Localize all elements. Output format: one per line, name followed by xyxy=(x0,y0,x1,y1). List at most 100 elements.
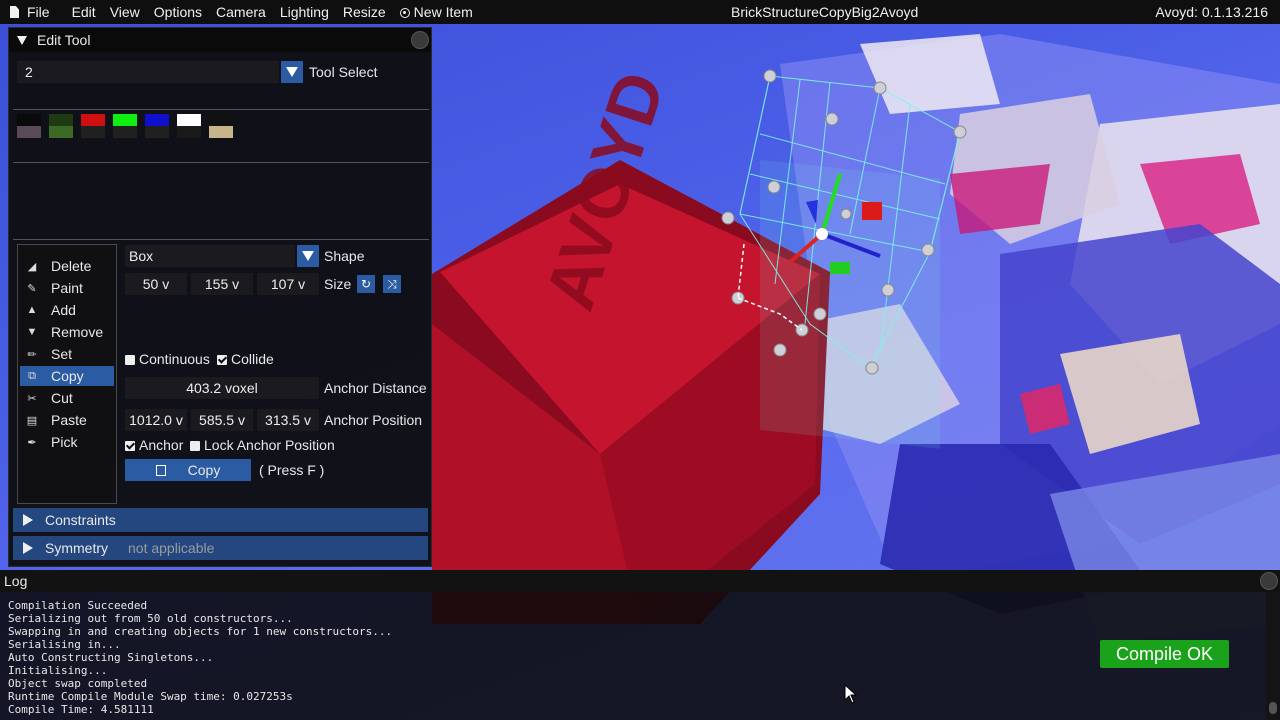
log-line: Serialising in... xyxy=(8,638,121,651)
tool-item-cut[interactable]: ✂ Cut xyxy=(20,388,114,408)
copy-button[interactable]: Copy xyxy=(125,459,251,481)
material-swatch[interactable] xyxy=(49,114,73,138)
symmetry-header[interactable]: Symmetry not applicable xyxy=(13,536,428,560)
size-label: Size xyxy=(324,276,352,292)
tool-list: ◢ Delete ✎ Paint ▲ Add ▼ Remove ✏ Set ⧉ Copy ✂ Cut ▤ Pa… xyxy=(17,244,117,504)
tool-item-label: Pick xyxy=(51,434,78,450)
material-swatch[interactable] xyxy=(113,114,137,138)
collide-checkbox[interactable] xyxy=(217,355,227,365)
tool-item-pick[interactable]: ✒ Pick xyxy=(20,432,114,452)
lock-anchor-checkbox[interactable] xyxy=(190,441,200,451)
copy-hint: ( Press F ) xyxy=(259,462,325,478)
tool-item-set[interactable]: ✏ Set xyxy=(20,344,114,364)
material-swatch[interactable] xyxy=(209,114,233,138)
menu-camera[interactable]: Camera xyxy=(209,0,273,24)
edit-tool-title: Edit Tool xyxy=(37,32,91,48)
menu-edit[interactable]: Edit xyxy=(65,0,103,24)
anchor-position-z-input[interactable]: 313.5 v xyxy=(257,409,319,431)
log-line: Compilation Succeeded xyxy=(8,599,148,612)
menu-view[interactable]: View xyxy=(103,0,147,24)
new-item-icon xyxy=(399,8,410,18)
menu-bar: File Edit View Options Camera Lighting R… xyxy=(0,0,1280,24)
tool-item-copy[interactable]: ⧉ Copy xyxy=(20,366,114,386)
shape-label: Shape xyxy=(324,248,365,264)
log-line: Serializing out from 50 old constructors… xyxy=(8,612,293,625)
anchor-distance-label: Anchor Distance xyxy=(324,380,427,396)
expand-arrow-icon xyxy=(23,514,33,526)
tool-item-label: Set xyxy=(51,346,73,362)
tool-item-label: Paste xyxy=(51,412,87,428)
menu-file[interactable]: File xyxy=(0,0,57,24)
constraints-label: Constraints xyxy=(45,512,116,528)
close-log-button[interactable] xyxy=(1260,572,1278,590)
scissors-icon: ✂ xyxy=(27,392,37,405)
tool-item-delete[interactable]: ◢ Delete xyxy=(20,256,114,276)
shape-dropdown-button[interactable] xyxy=(297,245,319,267)
log-line: Object swap completed xyxy=(8,677,148,690)
tool-item-label: Copy xyxy=(51,368,84,384)
material-swatch[interactable] xyxy=(17,114,41,138)
size-z-input[interactable]: 107 v xyxy=(257,273,319,295)
tool-item-paint[interactable]: ✎ Paint xyxy=(20,278,114,298)
tool-select-dropdown-button[interactable] xyxy=(281,61,303,83)
symmetry-note: not applicable xyxy=(128,540,215,556)
file-icon xyxy=(10,6,19,18)
menu-resize[interactable]: Resize xyxy=(336,0,393,24)
divider xyxy=(13,109,429,110)
material-swatch[interactable] xyxy=(177,114,201,138)
material-swatch[interactable] xyxy=(81,114,105,138)
tool-select-input[interactable]: 2 xyxy=(17,61,279,83)
copy-button-label: Copy xyxy=(187,462,221,478)
shuffle-icon[interactable]: ⤨ xyxy=(383,275,401,293)
caret-down-icon: ▼ xyxy=(26,326,38,338)
copy-icon xyxy=(155,464,166,476)
compile-status-badge: Compile OK xyxy=(1100,640,1229,668)
symmetry-label: Symmetry xyxy=(45,540,108,556)
material-swatch[interactable] xyxy=(145,114,169,138)
expand-arrow-icon xyxy=(23,542,33,554)
log-line: Runtime Compile Module Swap time: 0.0272… xyxy=(8,690,293,703)
brush-icon: ✎ xyxy=(27,282,37,295)
scrollbar-thumb[interactable] xyxy=(1269,702,1277,714)
tool-item-label: Delete xyxy=(51,258,92,274)
clipboard-icon: ▤ xyxy=(26,414,38,427)
divider xyxy=(13,162,429,163)
shape-input[interactable]: Box xyxy=(125,245,295,267)
log-window: Log Compilation Succeeded Serializing out… xyxy=(0,570,1280,720)
constraints-header[interactable]: Constraints xyxy=(13,508,428,532)
divider xyxy=(13,239,429,240)
anchor-position-label: Anchor Position xyxy=(324,412,423,428)
caret-up-icon: ▲ xyxy=(26,304,38,316)
continuous-checkbox[interactable] xyxy=(125,355,135,365)
anchor-checkbox[interactable] xyxy=(125,441,135,451)
collide-label: Collide xyxy=(231,351,274,367)
continuous-label: Continuous xyxy=(139,351,210,367)
log-line: Auto Constructing Singletons... xyxy=(8,651,214,664)
edit-tool-window: Edit Tool 2 Tool Select ◢ Delete ✎ Paint ▲ Ad… xyxy=(8,27,432,567)
anchor-distance-input[interactable]: 403.2 voxel xyxy=(125,377,319,399)
size-y-input[interactable]: 155 v xyxy=(191,273,253,295)
log-line: Compile Time: 4.581111 xyxy=(8,703,154,716)
tool-select-label: Tool Select xyxy=(309,64,378,80)
collapse-arrow-icon[interactable] xyxy=(17,35,27,45)
tool-item-add[interactable]: ▲ Add xyxy=(20,300,114,320)
eraser-icon: ◢ xyxy=(27,260,37,273)
size-x-input[interactable]: 50 v xyxy=(125,273,187,295)
anchor-position-y-input[interactable]: 585.5 v xyxy=(191,409,253,431)
menu-file-label: File xyxy=(27,4,50,20)
log-title[interactable]: Log xyxy=(0,570,1280,592)
anchor-position-x-input[interactable]: 1012.0 v xyxy=(125,409,187,431)
tool-item-paste[interactable]: ▤ Paste xyxy=(20,410,114,430)
menu-new-item[interactable]: New Item xyxy=(393,0,480,24)
tool-item-label: Add xyxy=(51,302,76,318)
log-output: Compilation Succeeded Serializing out fro… xyxy=(8,599,392,716)
close-window-button[interactable] xyxy=(411,31,429,49)
edit-tool-titlebar[interactable]: Edit Tool xyxy=(9,28,431,52)
mouse-cursor-icon xyxy=(844,684,858,704)
tool-item-remove[interactable]: ▼ Remove xyxy=(20,322,114,342)
lock-anchor-label: Lock Anchor Position xyxy=(204,437,335,453)
log-scrollbar[interactable] xyxy=(1266,592,1280,720)
menu-options[interactable]: Options xyxy=(147,0,209,24)
reset-size-icon[interactable]: ↻ xyxy=(357,275,375,293)
menu-lighting[interactable]: Lighting xyxy=(273,0,336,24)
